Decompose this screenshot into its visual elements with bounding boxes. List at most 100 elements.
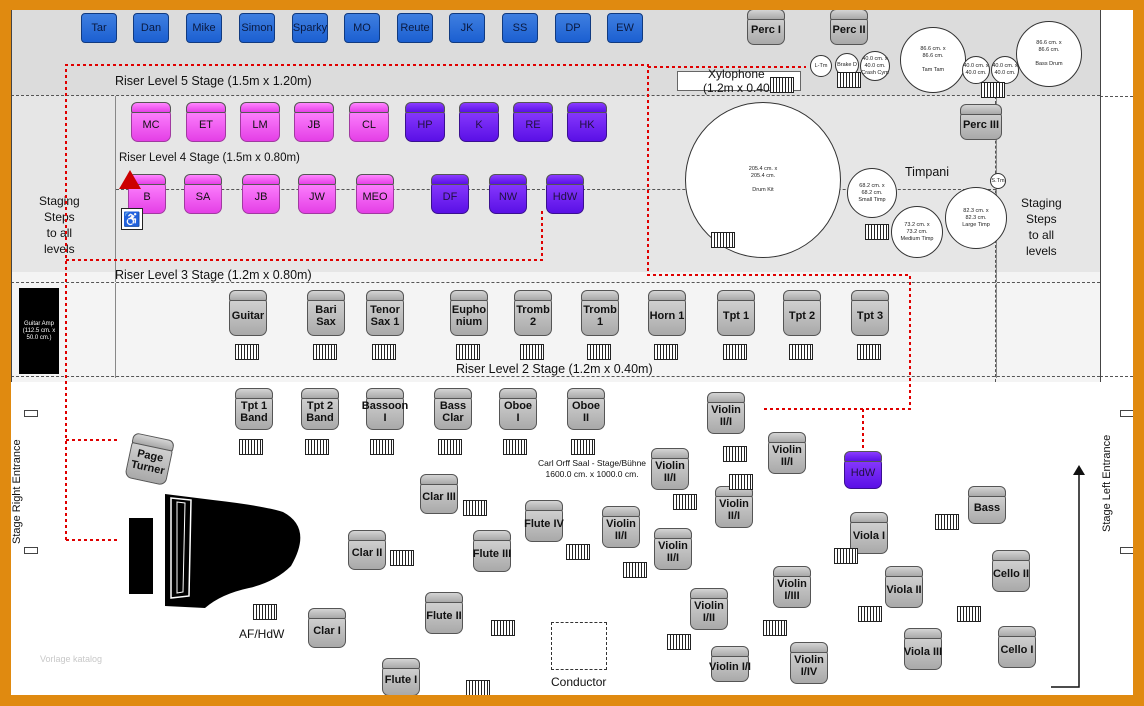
player-label: Perc III [962,119,1000,131]
player-label: Sparky [292,22,328,34]
wheelchair-icon: ♿ [121,208,143,230]
music-stand [770,77,794,93]
top-row-seat: Sparky [292,13,328,43]
player-label: Mike [192,22,216,34]
top-row-seat: EW [607,13,643,43]
music-stand [235,344,259,360]
music-stand [503,439,527,455]
player-label: DP [565,22,581,34]
music-stand [654,344,678,360]
player-label: Eupho nium [451,304,487,328]
perc-seat: Perc III [960,104,1002,140]
floor-seat: Violin I/I [709,646,751,682]
player-label: HP [417,119,433,131]
music-stand [466,680,490,695]
riser3-seat: Tpt 1 [717,290,755,336]
player-label: RE [525,119,541,131]
riser4-seat: CL [349,102,389,142]
floor-seat: Viola III [904,628,942,670]
player-label: Bass [973,502,1001,514]
music-stand [834,548,858,564]
player-label: Simon [241,22,273,34]
riser4-seat: LM [240,102,280,142]
riser4-seat: HdW [546,174,584,214]
riser4-seat: NW [489,174,527,214]
player-label: Violin II/I [772,444,802,468]
player-label: Violin I/IV [794,654,824,678]
music-stand [305,439,329,455]
player-label: JK [460,22,474,34]
player-label: Violin II/I [658,540,688,564]
player-label: Violin II/I [655,460,685,484]
riser4-seat: JB [242,174,280,214]
music-stand [723,344,747,360]
player-label: HdW [552,191,578,203]
riser4-seat: JW [298,174,336,214]
music-stand [253,604,277,620]
floor-seat: Oboe II [567,388,605,430]
player-label: Viola II [886,584,922,596]
player-label: Violin II/I [711,404,741,428]
music-stand [957,606,981,622]
player-label: Guitar [231,310,265,322]
floor-seat: Violin II/I [602,506,640,548]
riser4-seat: DF [431,174,469,214]
music-stand [456,344,480,360]
floor-seat: Violin I/III [773,566,811,608]
player-label: Tenor Sax 1 [370,304,400,328]
player-label: EW [616,22,634,34]
riser4-seat: RE [513,102,553,142]
riser4-seat: JB [294,102,334,142]
player-label: JW [309,191,325,203]
riser4-seat: K [459,102,499,142]
riser3-seat: Tpt 3 [851,290,889,336]
floor-seat: Cello I [998,626,1036,668]
player-label: JB [307,119,321,131]
player-label: ET [198,119,214,131]
player-label: MO [353,22,371,34]
floor-seat: Tpt 2 Band [301,388,339,430]
music-stand [865,224,889,240]
music-stand [587,344,611,360]
music-stand [673,494,697,510]
player-label: Perc II [832,24,866,36]
riser3-seat: Tpt 2 [783,290,821,336]
player-label: Violin I/II [694,600,724,624]
riser4-seat: MEO [356,174,394,214]
floor-seat: Violin II/I [651,448,689,490]
music-stand [313,344,337,360]
riser3-seat: Eupho nium [450,290,488,336]
music-stand [370,439,394,455]
warning-icon [119,170,141,189]
floor-seat: Bass [968,486,1006,524]
top-row-seat: Simon [239,13,275,43]
player-label: K [475,119,483,131]
player-label: Cello II [992,568,1030,580]
floor-seat: Oboe I [499,388,537,430]
player-label: Perc I [751,24,781,36]
player-label: LM [252,119,268,131]
player-label: DF [442,191,458,203]
top-row-seat: SS [502,13,538,43]
music-stand [981,82,1005,98]
player-label: CL [361,119,377,131]
player-label: Tpt 2 [788,310,816,322]
riser3-seat: Tenor Sax 1 [366,290,404,336]
player-label: Horn 1 [649,310,685,322]
riser3-seat: Bari Sax [307,290,345,336]
floor-seat: Clar II [348,530,386,570]
floor-seat: Flute III [473,530,511,572]
floor-seat: Bassoon I [362,388,408,430]
player-label: Violin II/I [719,498,749,522]
music-stand [837,72,861,88]
player-label: Cello I [1000,644,1034,656]
player-label: Bassoon I [361,400,409,424]
top-row-seat: Dan [133,13,169,43]
player-label: Tromb 1 [583,304,617,328]
player-label: Tpt 3 [856,310,884,322]
player-label: Flute I [384,674,418,686]
player-label: MC [142,119,160,131]
player-label: Violin I/III [777,578,807,602]
floor-seat: Violin II/I [707,392,745,434]
top-row-seat: DP [555,13,591,43]
